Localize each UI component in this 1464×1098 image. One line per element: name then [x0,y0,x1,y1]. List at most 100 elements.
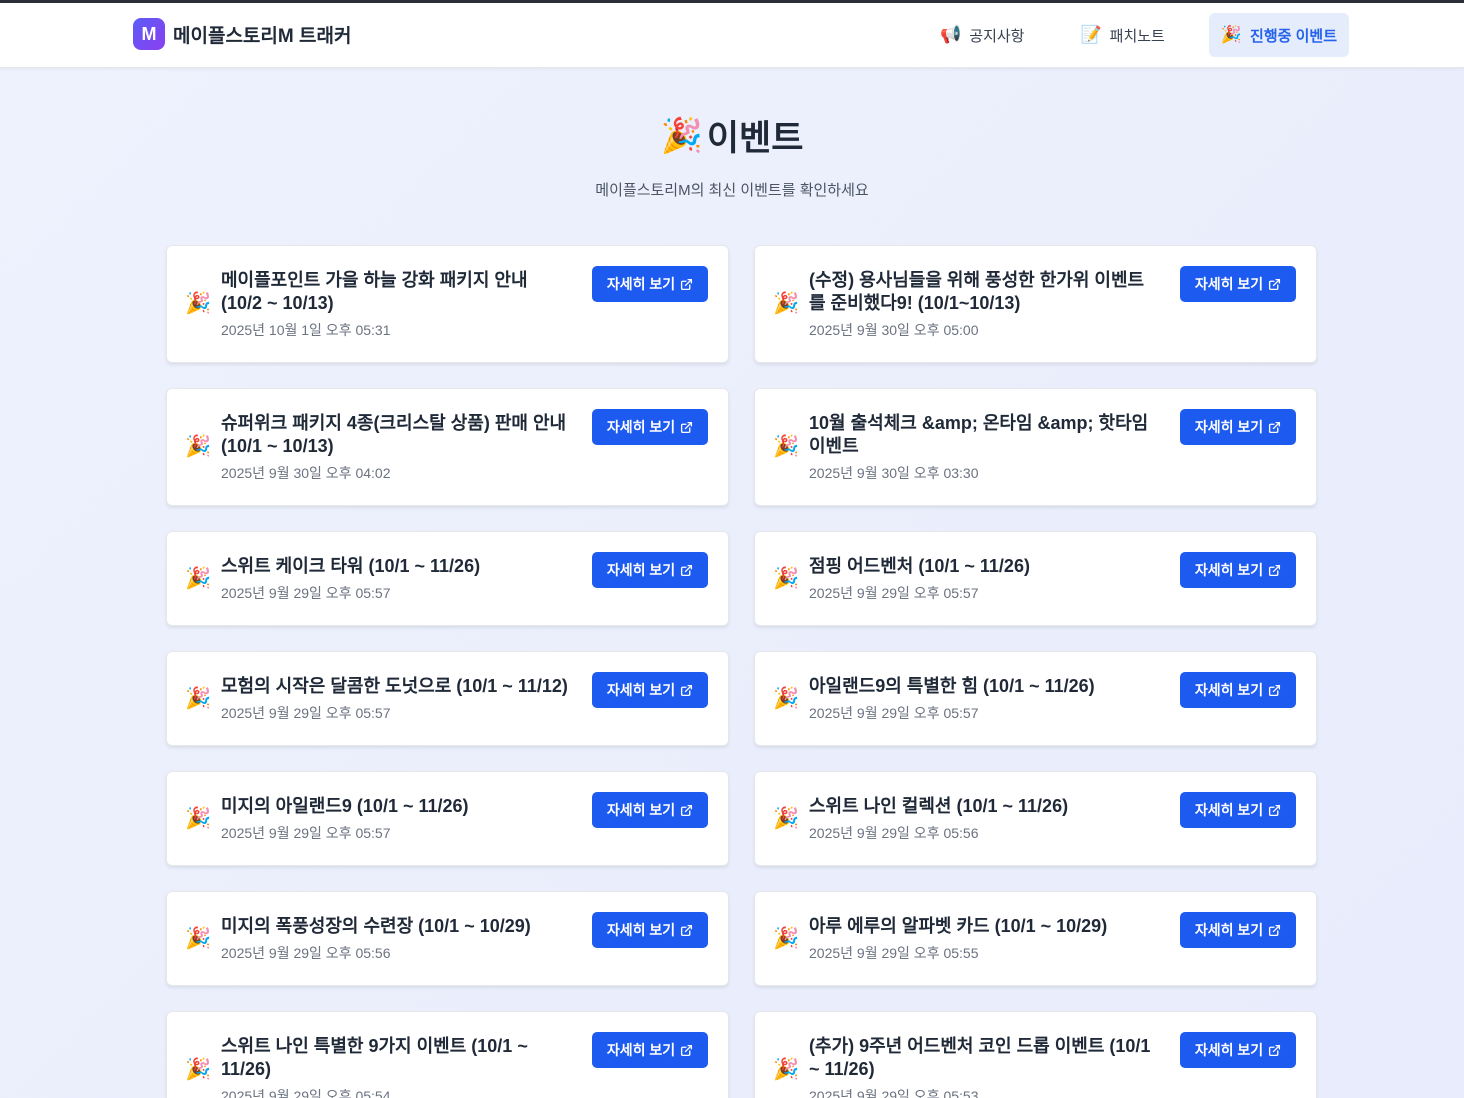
external-link-icon [681,564,693,576]
event-date: 2025년 9월 30일 오후 04:02 [221,464,391,481]
view-details-button[interactable]: 자세히 보기 [592,552,708,588]
external-link-icon [1269,278,1281,290]
view-details-label: 자세히 보기 [606,419,676,435]
event-card: 🎉 스위트 케이크 타워 (10/1 ~ 11/26) 2025년 9월 29일… [166,531,729,626]
event-card: 🎉 미지의 아일랜드9 (10/1 ~ 11/26) 2025년 9월 29일 … [166,771,729,866]
view-details-label: 자세히 보기 [1194,1042,1264,1058]
event-date: 2025년 9월 29일 오후 05:55 [809,944,979,961]
event-title: 아일랜드9의 특별한 힘 (10/1 ~ 11/26) [809,675,1095,696]
view-details-label: 자세히 보기 [1194,419,1264,435]
event-title: 메이플포인트 가을 하늘 강화 패키지 안내 (10/2 ~ 10/13) [221,269,528,313]
logo[interactable]: M 메이플스토리M 트래커 [133,18,351,50]
event-list: 🎉 메이플포인트 가을 하늘 강화 패키지 안내 (10/2 ~ 10/13) … [166,245,1317,1098]
logo-badge: M [133,18,165,50]
view-details-button[interactable]: 자세히 보기 [1180,409,1296,445]
page-subtitle: 메이플스토리M의 최신 이벤트를 확인하세요 [595,182,869,199]
party-popper-icon: 🎉 [660,116,703,155]
external-link-icon [681,421,693,433]
view-details-button[interactable]: 자세히 보기 [592,409,708,445]
view-details-button[interactable]: 자세히 보기 [1180,792,1296,828]
party-popper-icon: 🎉 [185,435,212,458]
event-date: 2025년 9월 29일 오후 05:57 [809,704,979,721]
party-popper-icon: 🎉 [185,1058,212,1081]
event-date: 2025년 9월 29일 오후 05:56 [221,944,391,961]
view-details-label: 자세히 보기 [606,562,676,578]
external-link-icon [681,278,693,290]
page-hero: 🎉 이벤트 메이플스토리M의 최신 이벤트를 확인하세요 [0,110,1464,200]
view-details-button[interactable]: 자세히 보기 [592,1032,708,1068]
view-details-label: 자세히 보기 [606,1042,676,1058]
event-card: 🎉 메이플포인트 가을 하늘 강화 패키지 안내 (10/2 ~ 10/13) … [166,245,729,363]
megaphone-icon: 📢 [940,25,962,44]
event-card: 🎉 (수정) 용사님들을 위해 풍성한 한가위 이벤트를 준비했다9! (10/… [754,245,1317,363]
nav-item-label: 진행중 이벤트 [1250,27,1337,45]
event-card: 🎉 (추가) 9주년 어드벤처 코인 드롭 이벤트 (10/1 ~ 11/26)… [754,1011,1317,1098]
view-details-label: 자세히 보기 [1194,922,1264,938]
view-details-button[interactable]: 자세히 보기 [592,792,708,828]
event-title: 미지의 아일랜드9 (10/1 ~ 11/26) [221,795,469,816]
external-link-icon [1269,804,1281,816]
party-popper-icon: 🎉 [185,926,212,950]
external-link-icon [1269,421,1281,433]
event-title: 미지의 폭풍성장의 수련장 (10/1 ~ 10/29) [221,915,531,936]
external-link-icon [681,1044,693,1056]
event-card: 🎉 스위트 나인 특별한 9가지 이벤트 (10/1 ~ 11/26) 2025… [166,1011,729,1098]
event-title: 슈퍼위크 패키지 4종(크리스탈 상품) 판매 안내 (10/1 ~ 10/13… [221,412,567,456]
external-link-icon [681,684,693,696]
event-date: 2025년 9월 29일 오후 05:57 [221,584,391,601]
event-title: 스위트 케이크 타워 (10/1 ~ 11/26) [221,555,481,576]
nav-item-events[interactable]: 🎉 진행중 이벤트 [1208,13,1349,57]
page-title-text: 이벤트 [706,119,804,158]
event-date: 2025년 9월 30일 오후 05:00 [809,321,979,338]
nav-item-patch-notes[interactable]: 📝 패치노트 [1068,13,1176,57]
event-date: 2025년 9월 29일 오후 05:57 [221,824,391,841]
view-details-button[interactable]: 자세히 보기 [1180,912,1296,948]
event-card: 🎉 10월 출석체크 &amp; 온타임 &amp; 핫타임 이벤트 2025년… [754,388,1317,506]
event-card: 🎉 모험의 시작은 달콤한 도넛으로 (10/1 ~ 11/12) 2025년 … [166,651,729,746]
external-link-icon [681,924,693,936]
party-popper-icon: 🎉 [185,686,212,710]
view-details-label: 자세히 보기 [1194,276,1264,292]
view-details-button[interactable]: 자세히 보기 [592,266,708,302]
view-details-label: 자세히 보기 [1194,682,1264,698]
view-details-label: 자세히 보기 [606,682,676,698]
event-card: 🎉 아일랜드9의 특별한 힘 (10/1 ~ 11/26) 2025년 9월 2… [754,651,1317,746]
event-date: 2025년 9월 29일 오후 05:54 [221,1087,391,1098]
view-details-label: 자세히 보기 [1194,562,1264,578]
event-title: 점핑 어드벤처 (10/1 ~ 11/26) [809,555,1030,576]
event-date: 2025년 9월 29일 오후 05:53 [809,1087,979,1098]
view-details-label: 자세히 보기 [606,922,676,938]
view-details-button[interactable]: 자세히 보기 [1180,1032,1296,1068]
external-link-icon [1269,684,1281,696]
event-card: 🎉 아루 에루의 알파벳 카드 (10/1 ~ 10/29) 2025년 9월 … [754,891,1317,986]
view-details-button[interactable]: 자세히 보기 [592,672,708,708]
view-details-label: 자세히 보기 [606,276,676,292]
event-date: 2025년 9월 29일 오후 05:56 [809,824,979,841]
party-popper-icon: 🎉 [773,686,800,710]
view-details-button[interactable]: 자세히 보기 [1180,552,1296,588]
event-date: 2025년 9월 29일 오후 05:57 [809,584,979,601]
view-details-button[interactable]: 자세히 보기 [1180,266,1296,302]
party-popper-icon: 🎉 [773,806,800,830]
event-title: (추가) 9주년 어드벤처 코인 드롭 이벤트 (10/1 ~ 11/26) [809,1035,1151,1079]
event-title: 모험의 시작은 달콤한 도넛으로 (10/1 ~ 11/12) [221,675,568,696]
event-title: 스위트 나인 컬렉션 (10/1 ~ 11/26) [809,795,1069,816]
party-popper-icon: 🎉 [773,566,800,590]
external-link-icon [1269,564,1281,576]
view-details-button[interactable]: 자세히 보기 [1180,672,1296,708]
main-nav: 📢 공지사항 📝 패치노트 🎉 진행중 이벤트 [896,13,1349,57]
view-details-button[interactable]: 자세히 보기 [592,912,708,948]
event-title: 스위트 나인 특별한 9가지 이벤트 (10/1 ~ 11/26) [221,1035,528,1079]
event-date: 2025년 9월 29일 오후 05:57 [221,704,391,721]
event-title: (수정) 용사님들을 위해 풍성한 한가위 이벤트를 준비했다9! (10/1~… [809,269,1145,313]
event-title: 10월 출석체크 &amp; 온타임 &amp; 핫타임 이벤트 [809,412,1149,456]
view-details-label: 자세히 보기 [1194,802,1264,818]
party-popper-icon: 🎉 [773,926,800,950]
view-details-label: 자세히 보기 [606,802,676,818]
party-popper-icon: 🎉 [773,1058,800,1081]
page-title: 🎉 이벤트 [661,110,804,161]
nav-item-notices[interactable]: 📢 공지사항 [928,13,1036,57]
event-card: 🎉 슈퍼위크 패키지 4종(크리스탈 상품) 판매 안내 (10/1 ~ 10/… [166,388,729,506]
event-card: 🎉 스위트 나인 컬렉션 (10/1 ~ 11/26) 2025년 9월 29일… [754,771,1317,866]
logo-text: 메이플스토리M 트래커 [173,25,352,47]
